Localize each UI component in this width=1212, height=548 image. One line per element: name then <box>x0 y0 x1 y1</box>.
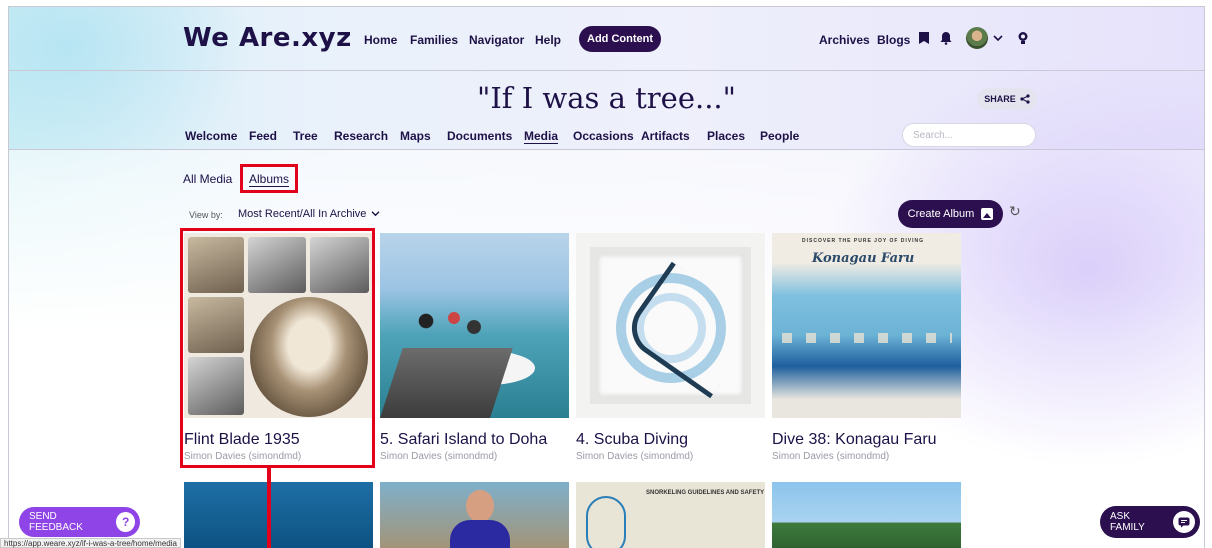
nav-archives[interactable]: Archives <box>819 33 870 47</box>
refresh-icon[interactable]: ↻ <box>1009 203 1021 220</box>
album-owner[interactable]: Simon Davies (simondmd) <box>576 451 765 462</box>
tab-media[interactable]: Media <box>524 129 558 143</box>
album-thumbnail[interactable] <box>380 482 569 548</box>
subtab-all-media[interactable]: All Media <box>183 172 232 186</box>
create-album-button[interactable]: Create Album <box>898 200 1003 228</box>
album-card[interactable]: DISCOVER THE PURE JOY OF DIVING Konagau … <box>772 233 961 462</box>
map-tagline: DISCOVER THE PURE JOY OF DIVING <box>802 238 925 244</box>
create-album-label: Create Album <box>907 208 975 220</box>
album-owner[interactable]: Simon Davies (simondmd) <box>772 451 961 462</box>
map-banner: Konagau Faru <box>812 251 915 266</box>
tab-documents[interactable]: Documents <box>447 129 512 143</box>
album-thumbnail[interactable] <box>184 482 373 548</box>
question-icon: ? <box>116 512 135 532</box>
view-by-dropdown[interactable]: Most Recent/All In Archive <box>238 208 380 220</box>
map-graphic <box>586 496 626 548</box>
chevron-down-icon <box>371 211 380 217</box>
album-thumbnail[interactable] <box>576 233 765 418</box>
view-by-label: View by: <box>189 210 223 220</box>
tab-people[interactable]: People <box>760 129 799 143</box>
tab-welcome[interactable]: Welcome <box>185 129 237 143</box>
dock-graphic <box>380 348 513 418</box>
tab-places[interactable]: Places <box>707 129 745 143</box>
album-title[interactable]: 4. Scuba Diving <box>576 431 765 449</box>
tab-occasions[interactable]: Occasions <box>573 129 634 143</box>
ask-family-label: ASK FAMILY <box>1110 511 1145 533</box>
person-graphic <box>450 520 510 548</box>
tab-artifacts[interactable]: Artifacts <box>641 129 690 143</box>
highlight-box-albums <box>240 164 298 193</box>
nav-navigator[interactable]: Navigator <box>469 33 524 47</box>
view-by-value: Most Recent/All In Archive <box>238 208 367 220</box>
top-nav: We Are.xyz Home Families Navigator Help … <box>9 7 1204 71</box>
share-icon <box>1020 94 1030 104</box>
framed-art <box>590 247 762 404</box>
album-card[interactable]: 5. Safari Island to Doha Simon Davies (s… <box>380 233 569 462</box>
chat-icon <box>1173 511 1195 533</box>
logo[interactable]: We Are.xyz <box>183 23 352 53</box>
album-thumbnail[interactable] <box>380 233 569 418</box>
nav-help[interactable]: Help <box>535 33 561 47</box>
bell-icon[interactable] <box>937 29 955 47</box>
avatar[interactable] <box>966 27 988 49</box>
highlight-box-album <box>180 228 375 468</box>
album-thumbnail[interactable]: SNORKELING GUIDELINES AND SAFETY <box>576 482 765 548</box>
tab-feed[interactable]: Feed <box>249 129 277 143</box>
nav-blogs[interactable]: Blogs <box>877 33 910 47</box>
search-input[interactable] <box>902 123 1036 147</box>
image-icon <box>981 208 994 220</box>
tab-research[interactable]: Research <box>334 129 388 143</box>
send-feedback-button[interactable]: SEND FEEDBACK ? <box>19 507 140 537</box>
share-label: SHARE <box>984 94 1016 104</box>
ask-family-button[interactable]: ASK FAMILY <box>1100 506 1200 538</box>
tab-maps[interactable]: Maps <box>400 129 431 143</box>
person-graphic <box>466 490 494 522</box>
highlight-pointer-line <box>267 465 271 548</box>
lightbulb-icon[interactable] <box>1014 29 1032 47</box>
reef-graphic <box>782 333 952 343</box>
archive-header: "If I was a tree..." SHARE Welcome Feed … <box>9 71 1204 150</box>
send-feedback-label: SEND FEEDBACK <box>29 511 83 533</box>
album-thumbnail[interactable] <box>772 482 961 548</box>
nav-families[interactable]: Families <box>410 33 458 47</box>
status-bar-url: https://app.weare.xyz/if-i-was-a-tree/ho… <box>0 538 181 548</box>
add-content-button[interactable]: Add Content <box>579 26 661 52</box>
album-owner[interactable]: Simon Davies (simondmd) <box>380 451 569 462</box>
tab-tree[interactable]: Tree <box>293 129 318 143</box>
album-thumbnail[interactable]: DISCOVER THE PURE JOY OF DIVING Konagau … <box>772 233 961 418</box>
nav-home[interactable]: Home <box>364 33 397 47</box>
album-title[interactable]: Dive 38: Konagau Faru <box>772 431 961 449</box>
chevron-down-icon[interactable] <box>989 29 1007 47</box>
album-title[interactable]: 5. Safari Island to Doha <box>380 431 569 449</box>
bookmark-icon[interactable] <box>915 29 933 47</box>
browser-viewport: We Are.xyz Home Families Navigator Help … <box>8 6 1205 548</box>
share-button[interactable]: SHARE <box>977 88 1037 110</box>
album-card[interactable]: 4. Scuba Diving Simon Davies (simondmd) <box>576 233 765 462</box>
snorkel-sign: SNORKELING GUIDELINES AND SAFETY <box>646 490 765 496</box>
